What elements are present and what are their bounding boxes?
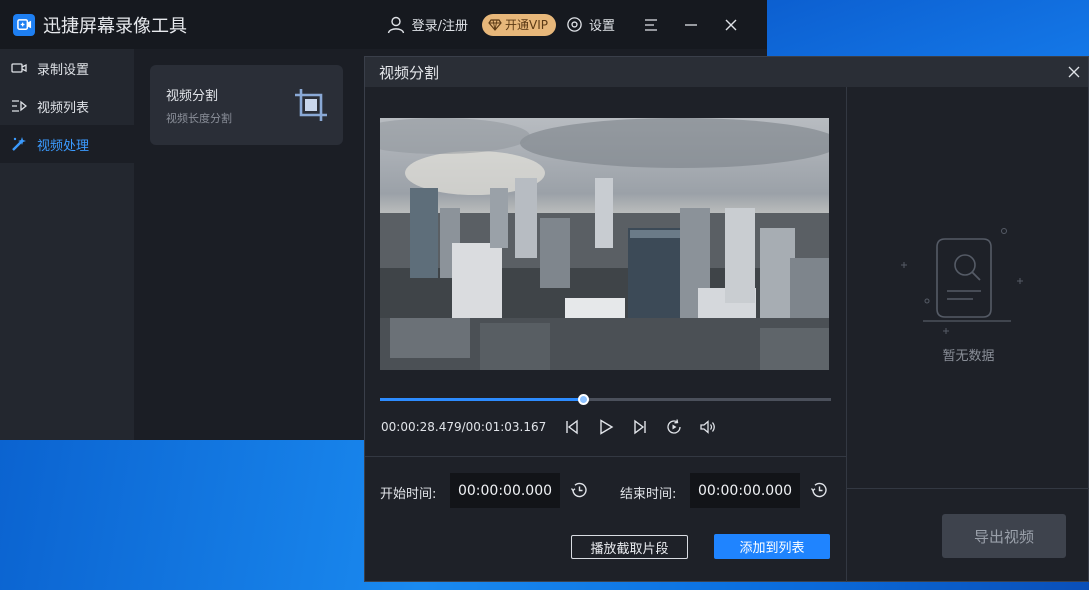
volume-button[interactable] <box>691 417 725 437</box>
gear-icon <box>567 17 582 32</box>
sidebar-item-video-list[interactable]: 视频列表 <box>0 87 134 125</box>
empty-document-icon <box>901 228 1023 334</box>
end-time-reset-button[interactable] <box>810 481 830 501</box>
app-title: 迅捷屏幕录像工具 <box>43 15 187 37</box>
diamond-icon <box>488 18 502 31</box>
start-time-input[interactable]: 00:00:00.000 <box>450 473 560 508</box>
end-time-input[interactable]: 00:00:00.000 <box>690 473 800 508</box>
play-clip-button[interactable]: 播放截取片段 <box>571 535 688 559</box>
sidebar-item-label: 视频列表 <box>37 100 90 116</box>
app-logo-icon <box>13 13 35 36</box>
menu-button[interactable] <box>631 10 671 40</box>
skip-back-icon <box>566 419 578 435</box>
play-button[interactable] <box>589 417 623 437</box>
minimize-button[interactable] <box>671 10 711 40</box>
divider <box>365 456 846 457</box>
sidebar-item-video-processing[interactable]: 视频处理 <box>0 125 134 163</box>
tool-card-video-split[interactable]: 视频分割 视频长度分割 <box>150 65 343 145</box>
login-label: 登录/注册 <box>411 19 468 34</box>
dialog-close-button[interactable] <box>1066 64 1082 80</box>
editor-pane: 00:00:28.479/00:01:03.167 开始时间: 00:00:00… <box>365 87 846 582</box>
start-time-reset-button[interactable] <box>570 481 590 501</box>
clip-list-pane: 暂无数据 导出视频 <box>846 87 1089 582</box>
empty-state-text: 暂无数据 <box>942 349 995 364</box>
timeline-handle[interactable] <box>578 394 590 405</box>
settings-label: 设置 <box>588 19 615 34</box>
divider <box>847 488 1089 489</box>
replay-icon <box>667 419 681 434</box>
vip-button[interactable]: 开通VIP <box>481 13 556 36</box>
volume-icon <box>700 420 715 434</box>
title-bar: 迅捷屏幕录像工具 登录/注册 开通VIP 设置 <box>0 0 767 49</box>
playback-controls <box>555 417 725 437</box>
sidebar: 录制设置 视频列表 视频处理 <box>0 49 134 440</box>
video-preview[interactable] <box>380 118 829 370</box>
video-split-dialog: 视频分割 00:00:28.479/00:01:03.167 开始时间: 00:… <box>364 56 1089 582</box>
history-icon <box>570 482 587 498</box>
tool-card-subtitle: 视频长度分割 <box>166 112 232 125</box>
tool-card-title: 视频分割 <box>166 89 219 104</box>
timeline-slider[interactable] <box>380 394 831 405</box>
close-icon <box>1068 66 1080 78</box>
replay-button[interactable] <box>657 417 691 437</box>
skip-back-button[interactable] <box>555 417 589 437</box>
sidebar-item-label: 视频处理 <box>37 138 90 154</box>
magic-wand-icon <box>12 137 26 151</box>
user-icon <box>387 16 404 33</box>
camera-icon <box>11 63 27 73</box>
list-play-icon <box>12 100 27 112</box>
sidebar-item-label: 录制设置 <box>37 62 90 78</box>
dialog-header: 视频分割 <box>365 57 1088 87</box>
login-button[interactable]: 登录/注册 <box>386 15 468 35</box>
play-icon <box>600 419 614 435</box>
time-display: 00:00:28.479/00:01:03.167 <box>381 420 547 434</box>
end-time-label: 结束时间: <box>620 487 677 502</box>
history-icon <box>810 482 827 498</box>
skip-forward-icon <box>634 419 646 435</box>
skip-forward-button[interactable] <box>623 417 657 437</box>
close-icon <box>725 19 737 30</box>
close-window-button[interactable] <box>711 10 751 40</box>
minimize-icon <box>685 23 697 26</box>
add-to-list-button[interactable]: 添加到列表 <box>714 534 830 559</box>
crop-icon <box>295 89 327 121</box>
start-time-label: 开始时间: <box>380 487 437 502</box>
dialog-title: 视频分割 <box>379 63 440 82</box>
settings-button[interactable]: 设置 <box>566 15 615 34</box>
vip-label: 开通VIP <box>504 18 548 32</box>
hamburger-icon <box>645 18 657 31</box>
city-skyline-image <box>380 118 829 370</box>
export-video-button[interactable]: 导出视频 <box>942 514 1066 558</box>
sidebar-item-record-settings[interactable]: 录制设置 <box>0 49 134 87</box>
timeline-progress-fill <box>380 398 584 401</box>
